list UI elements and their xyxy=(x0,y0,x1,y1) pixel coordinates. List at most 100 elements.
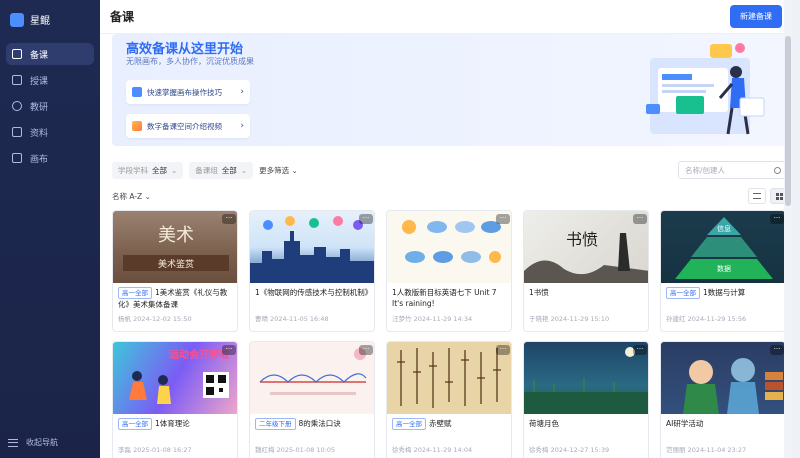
number-line-graphic xyxy=(259,348,367,395)
logo-icon xyxy=(10,12,24,27)
svg-text:美术: 美术 xyxy=(158,225,194,246)
card-thumbnail: 运动会开锣啦 ··· xyxy=(113,342,237,414)
sidebar-item-prepare[interactable]: 备课 xyxy=(6,43,94,65)
card-title: 1《物联网的传感技术与控制机制》 xyxy=(255,288,373,297)
card-meta: 杨帆 2024-12-02 15:50 xyxy=(118,315,192,323)
sidebar-item-label: 资料 xyxy=(30,128,49,139)
collapse-nav-button[interactable]: 收起导航 xyxy=(8,437,58,448)
lesson-card[interactable]: 书愤 ··· 1书愤 于晓艳 2024-11-29 15:10 xyxy=(523,210,649,332)
card-title: 高一全部 1数据与计算 xyxy=(661,283,785,313)
lesson-card[interactable]: ··· 1人教版新目标英语七下 Unit 7 It's raining! 汪梦竹… xyxy=(386,210,512,332)
card-meta: 孙建红 2024-11-29 15:56 xyxy=(666,315,747,323)
more-options-button[interactable]: ··· xyxy=(222,214,236,224)
svg-text:数据: 数据 xyxy=(717,264,731,273)
page-title: 备课 xyxy=(110,10,135,24)
canvas-tips-link[interactable]: 快速掌握画布操作技巧 › xyxy=(126,80,250,104)
card-thumbnail: ··· xyxy=(387,211,511,283)
lesson-card[interactable]: ··· AI研学活动 范丽丽 2024-11-04 23:27 xyxy=(660,341,786,458)
scrollbar[interactable] xyxy=(784,0,792,458)
card-meta: 范丽丽 2024-11-04 23:27 xyxy=(666,446,747,454)
list-view-button[interactable] xyxy=(748,188,766,204)
more-filters-label: 更多筛选 xyxy=(259,165,290,175)
card-thumbnail: ··· xyxy=(661,342,785,414)
banner-title: 高效备课从这里开始 xyxy=(126,42,244,57)
card-title: 1书愤 xyxy=(529,288,549,297)
grade-tag: 高一全部 xyxy=(666,287,700,299)
lesson-card[interactable]: ··· 高一全部 赤壁赋 徐秀梅 2024-11-29 14:04 xyxy=(386,341,512,458)
people-icon xyxy=(12,101,22,111)
more-options-button[interactable]: ··· xyxy=(633,345,647,355)
card-thumbnail: ··· xyxy=(250,211,374,283)
card-meta: 李磊 2025-01-08 16:27 xyxy=(118,446,192,454)
card-title: AI研学活动 xyxy=(666,419,704,428)
sort-dropdown[interactable]: 名称 A-Z ⌄ xyxy=(112,191,151,202)
video-icon xyxy=(132,121,142,131)
card-meta: 于晓艳 2024-11-29 15:10 xyxy=(529,315,610,323)
sidebar-item-teach[interactable]: 授课 xyxy=(6,69,94,91)
chevron-down-icon: ⌄ xyxy=(291,165,298,175)
main-content: 备课 新建备课 高效备课从这里开始 无限画布，多人协作，沉淀优质成果 快速掌握画… xyxy=(100,0,792,458)
lesson-card[interactable]: 美术 美术鉴赏 ··· 高一全部 1美术鉴赏《礼仪与教化》美术集体备课 杨帆 20… xyxy=(112,210,238,332)
filter-label: 备课组 xyxy=(195,165,218,175)
scrollbar-thumb[interactable] xyxy=(785,36,791,206)
filter-value: 全部 xyxy=(152,165,167,175)
card-thumbnail: 信息 数据 ··· xyxy=(661,211,785,283)
subject-filter[interactable]: 学段学科 全部 ⌄ xyxy=(112,161,184,179)
chevron-down-icon: ⌄ xyxy=(144,191,151,201)
city-thumbnail-graphic xyxy=(250,216,374,283)
grade-tag: 二年级下册 xyxy=(255,418,296,430)
svg-text:运动会开锣啦: 运动会开锣啦 xyxy=(169,348,229,361)
more-options-button[interactable]: ··· xyxy=(496,345,510,355)
lesson-card[interactable]: 信息 数据 ··· 高一全部 1数据与计算 孙建红 2024-11-29 15:5… xyxy=(660,210,786,332)
brand[interactable]: 星鲲 xyxy=(0,0,100,39)
search-icon[interactable] xyxy=(774,166,781,174)
search-placeholder: 名称/创建人 xyxy=(685,165,726,175)
sort-label: 名称 A-Z xyxy=(112,191,143,201)
card-meta: 徐秀梅 2024-12-27 15:39 xyxy=(529,446,610,454)
app-name: 星鲲 xyxy=(30,16,50,27)
lesson-card[interactable]: ··· 二年级下册 8的乘法口诀 魏红梅 2025-01-08 10:05 xyxy=(249,341,375,458)
sidebar-item-label: 备课 xyxy=(30,50,49,61)
more-options-button[interactable]: ··· xyxy=(633,214,647,224)
card-title-text: 1数据与计算 xyxy=(703,288,746,297)
card-meta: 魏红梅 2025-01-08 10:05 xyxy=(255,446,336,454)
sidebar-item-research[interactable]: 教研 xyxy=(6,95,94,117)
more-options-button[interactable]: ··· xyxy=(496,214,510,224)
book-icon xyxy=(12,49,22,59)
lesson-card[interactable]: ··· 1《物联网的传感技术与控制机制》 曹晴 2024-11-05 16:48 xyxy=(249,210,375,332)
card-thumbnail: 美术 美术鉴赏 ··· xyxy=(113,211,237,283)
more-options-button[interactable]: ··· xyxy=(359,214,373,224)
lotus-pond-graphic xyxy=(524,347,648,414)
sidebar-item-materials[interactable]: 资料 xyxy=(6,121,94,143)
chevron-right-icon: › xyxy=(240,87,244,97)
sort-row: 名称 A-Z ⌄ xyxy=(112,188,788,204)
more-options-button[interactable]: ··· xyxy=(222,345,236,355)
more-options-button[interactable]: ··· xyxy=(359,345,373,355)
card-title: 1人教版新目标英语七下 Unit 7 It's raining! xyxy=(392,288,497,308)
more-filters-button[interactable]: 更多筛选 ⌄ xyxy=(259,165,298,176)
sidebar-item-label: 授课 xyxy=(30,76,49,87)
sidebar: 星鲲 备课 授课 教研 资料 画布 收起导航 xyxy=(0,0,100,458)
link-label: 数字备课空间介绍视频 xyxy=(147,121,222,131)
banner-subtitle: 无限画布，多人协作，沉淀优质成果 xyxy=(126,57,254,66)
lesson-card[interactable]: ··· 荷塘月色 徐秀梅 2024-12-27 15:39 xyxy=(523,341,649,458)
group-filter[interactable]: 备课组 全部 ⌄ xyxy=(189,161,254,179)
sidebar-item-canvas[interactable]: 画布 xyxy=(6,147,94,169)
card-title-text: 1体育理论 xyxy=(155,419,190,428)
card-title: 高一全部 1体育理论 xyxy=(113,414,237,444)
more-options-button[interactable]: ··· xyxy=(770,214,784,224)
chevron-right-icon: › xyxy=(240,121,244,131)
banner: 高效备课从这里开始 无限画布，多人协作，沉淀优质成果 快速掌握画布操作技巧 › … xyxy=(112,34,788,146)
grade-tag: 高一全部 xyxy=(118,418,152,430)
card-title: 高一全部 1美术鉴赏《礼仪与教化》美术集体备课 xyxy=(113,283,237,313)
new-lesson-button[interactable]: 新建备课 xyxy=(730,5,782,28)
grid-icon xyxy=(775,192,783,200)
intro-video-link[interactable]: 数字备课空间介绍视频 › xyxy=(126,114,250,138)
pyramid-diagram-graphic: 信息 数据 xyxy=(675,217,773,279)
search-input[interactable]: 名称/创建人 xyxy=(678,161,788,179)
lesson-card[interactable]: 运动会开锣啦 ··· 高一全部 1体育理论 李磊 2025-01-08 16:27 xyxy=(112,341,238,458)
card-meta: 汪梦竹 2024-11-29 14:34 xyxy=(392,315,473,323)
view-toggle xyxy=(748,188,788,204)
more-options-button[interactable]: ··· xyxy=(770,345,784,355)
chevron-down-icon: ⌄ xyxy=(171,165,178,175)
